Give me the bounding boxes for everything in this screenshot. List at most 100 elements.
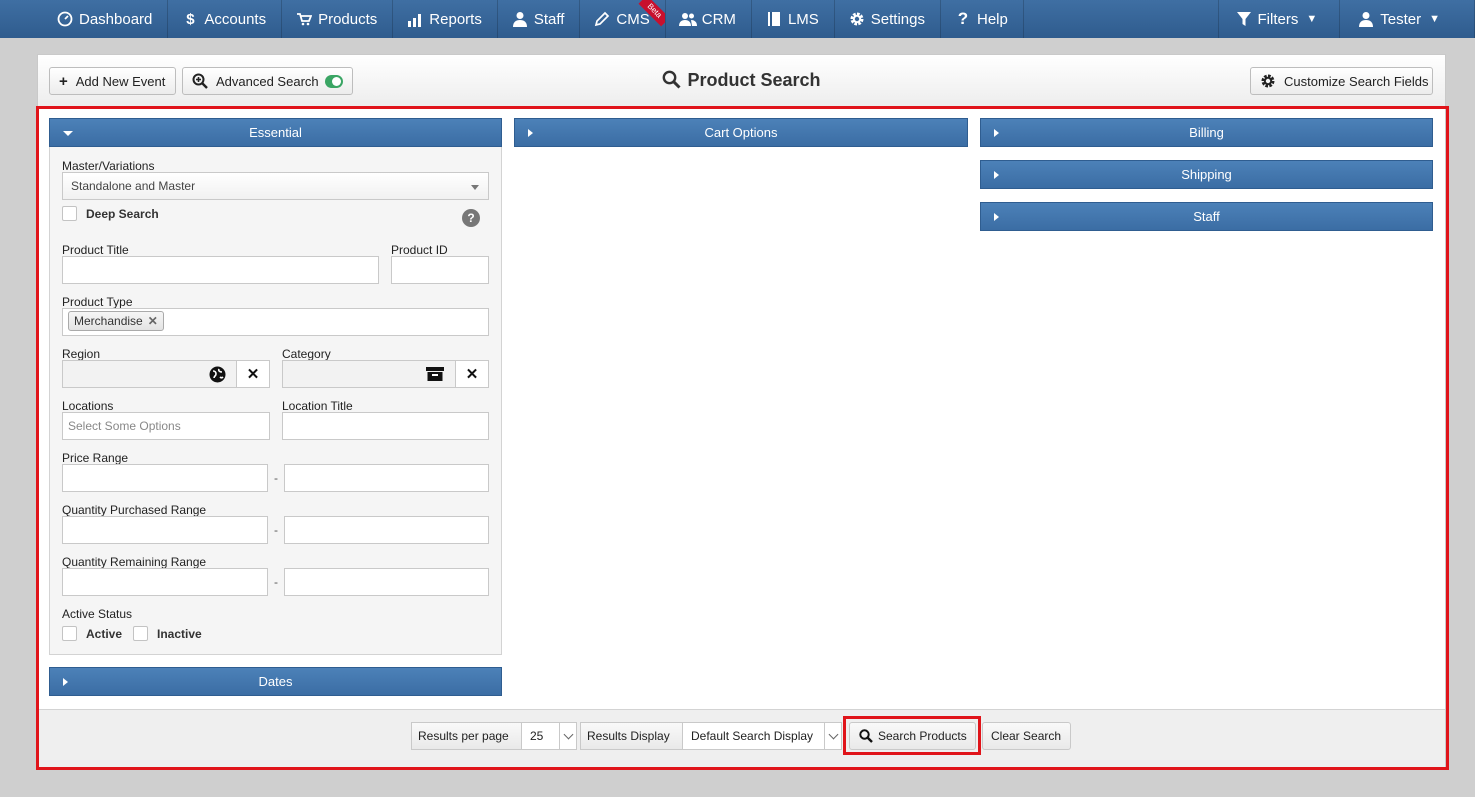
search-products-label: Search Products: [878, 729, 967, 743]
price-max-input[interactable]: [284, 464, 489, 492]
page-title-text: Product Search: [687, 70, 821, 90]
caret-down-icon: [63, 131, 73, 136]
user-icon: [1357, 10, 1375, 28]
nav-label: Settings: [870, 10, 925, 28]
locations-multiselect[interactable]: Select Some Options: [62, 412, 270, 440]
gear-icon: [848, 10, 866, 28]
qty-remaining-min-input[interactable]: [62, 568, 268, 596]
gear-icon: [1260, 73, 1276, 89]
chevron-down-icon: [824, 723, 841, 749]
help-glyph: ?: [467, 211, 475, 225]
inactive-checkbox[interactable]: [133, 626, 148, 641]
master-variations-select[interactable]: Standalone and Master: [62, 172, 489, 200]
product-id-input[interactable]: [391, 256, 489, 284]
search-products-button[interactable]: Search Products: [849, 722, 976, 750]
range-separator: -: [274, 523, 278, 537]
cart-options-section-header[interactable]: Cart Options: [514, 118, 968, 147]
nav-crm[interactable]: CRM: [666, 0, 752, 38]
billing-section-header[interactable]: Billing: [980, 118, 1433, 147]
dashboard-icon: [56, 10, 74, 28]
location-title-label: Location Title: [282, 399, 353, 413]
product-type-tag-label: Merchandise: [74, 314, 143, 328]
nav-dashboard[interactable]: Dashboard: [48, 0, 169, 38]
master-variations-label: Master/Variations: [62, 159, 155, 173]
cart-options-section-title: Cart Options: [704, 125, 778, 140]
nav-products[interactable]: Products: [282, 0, 394, 38]
shipping-section-title: Shipping: [1181, 167, 1232, 182]
results-per-page-label: Results per page: [411, 722, 522, 750]
product-type-tag[interactable]: Merchandise ✕: [68, 311, 164, 331]
quantity-remaining-label: Quantity Remaining Range: [62, 555, 207, 569]
shipping-section-header[interactable]: Shipping: [980, 160, 1433, 189]
nav-cms[interactable]: CMS Beta: [580, 0, 666, 38]
qty-purchased-min-input[interactable]: [62, 516, 268, 544]
qty-purchased-max-input[interactable]: [284, 516, 489, 544]
active-status-label: Active Status: [62, 607, 133, 621]
clear-region-button[interactable]: ✕: [236, 360, 270, 388]
region-label: Region: [62, 347, 101, 361]
essential-section-header[interactable]: Essential: [49, 118, 502, 147]
help-icon[interactable]: ?: [462, 209, 480, 227]
close-icon: ✕: [465, 366, 479, 383]
nav-staff[interactable]: Staff: [498, 0, 581, 38]
chevron-down-icon: ▼: [1306, 13, 1318, 25]
nav-label: CRM: [701, 10, 736, 28]
remove-tag-icon[interactable]: ✕: [148, 314, 158, 328]
caret-right-icon: [528, 129, 533, 137]
results-per-page-text: Results per page: [418, 729, 509, 743]
close-icon: ✕: [246, 366, 260, 383]
nav-label: Staff: [533, 10, 565, 28]
chevron-down-icon: [559, 723, 576, 749]
people-icon: [678, 10, 697, 28]
nav-filters[interactable]: Filters ▼: [1219, 0, 1341, 38]
product-type-label: Product Type: [62, 295, 133, 309]
price-range-label: Price Range: [62, 451, 129, 465]
master-variations-value: Standalone and Master: [71, 179, 196, 193]
nav-label: Accounts: [204, 10, 267, 28]
nav-label: Help: [976, 10, 1008, 28]
nav-left-pad: [0, 0, 48, 38]
dates-section-header[interactable]: Dates: [49, 667, 502, 696]
question-icon: ?: [957, 9, 969, 28]
locations-placeholder: Select Some Options: [68, 419, 181, 433]
range-separator: -: [274, 471, 278, 485]
nav-help[interactable]: ? Help: [941, 0, 1024, 38]
results-per-page-select[interactable]: 25: [521, 722, 577, 750]
nav-spacer: [1024, 0, 1219, 38]
active-checkbox[interactable]: [62, 626, 77, 641]
nav-settings[interactable]: Settings: [835, 0, 941, 38]
archive-icon[interactable]: [426, 365, 444, 383]
nav-label: Tester: [1380, 10, 1422, 28]
location-title-input[interactable]: [282, 412, 489, 440]
cart-icon: [295, 10, 313, 28]
clear-category-button[interactable]: ✕: [455, 360, 489, 388]
nav-label: Reports: [429, 10, 482, 28]
nav-label: Dashboard: [79, 10, 153, 28]
price-min-input[interactable]: [62, 464, 268, 492]
top-nav: Dashboard $ Accounts Products Reports St…: [0, 0, 1475, 38]
category-label: Category: [282, 347, 331, 361]
nav-lms[interactable]: LMS: [752, 0, 835, 38]
results-display-select[interactable]: Default Search Display: [682, 722, 842, 750]
nav-user[interactable]: Tester ▼: [1340, 0, 1475, 38]
deep-search-checkbox[interactable]: [62, 206, 77, 221]
nav-label: LMS: [787, 10, 819, 28]
product-title-label: Product Title: [62, 243, 129, 257]
qty-remaining-max-input[interactable]: [284, 568, 489, 596]
dates-section-title: Dates: [258, 674, 293, 689]
staff-section-header[interactable]: Staff: [980, 202, 1433, 231]
filter-icon: [1235, 10, 1253, 28]
nav-label: CMS: [616, 10, 650, 28]
customize-search-fields-button[interactable]: Customize Search Fields: [1250, 67, 1433, 95]
globe-icon[interactable]: [208, 365, 226, 383]
nav-accounts[interactable]: $ Accounts: [168, 0, 283, 38]
product-title-input[interactable]: [62, 256, 379, 284]
results-per-page-value: 25: [530, 729, 544, 743]
clear-search-button[interactable]: Clear Search: [982, 722, 1071, 750]
billing-section-title: Billing: [1189, 125, 1224, 140]
nav-reports[interactable]: Reports: [393, 0, 498, 38]
nav-label: Filters: [1257, 10, 1299, 28]
inactive-label: Inactive: [157, 627, 202, 641]
search-icon: [859, 729, 873, 743]
page-title: Product Search: [38, 70, 1445, 94]
